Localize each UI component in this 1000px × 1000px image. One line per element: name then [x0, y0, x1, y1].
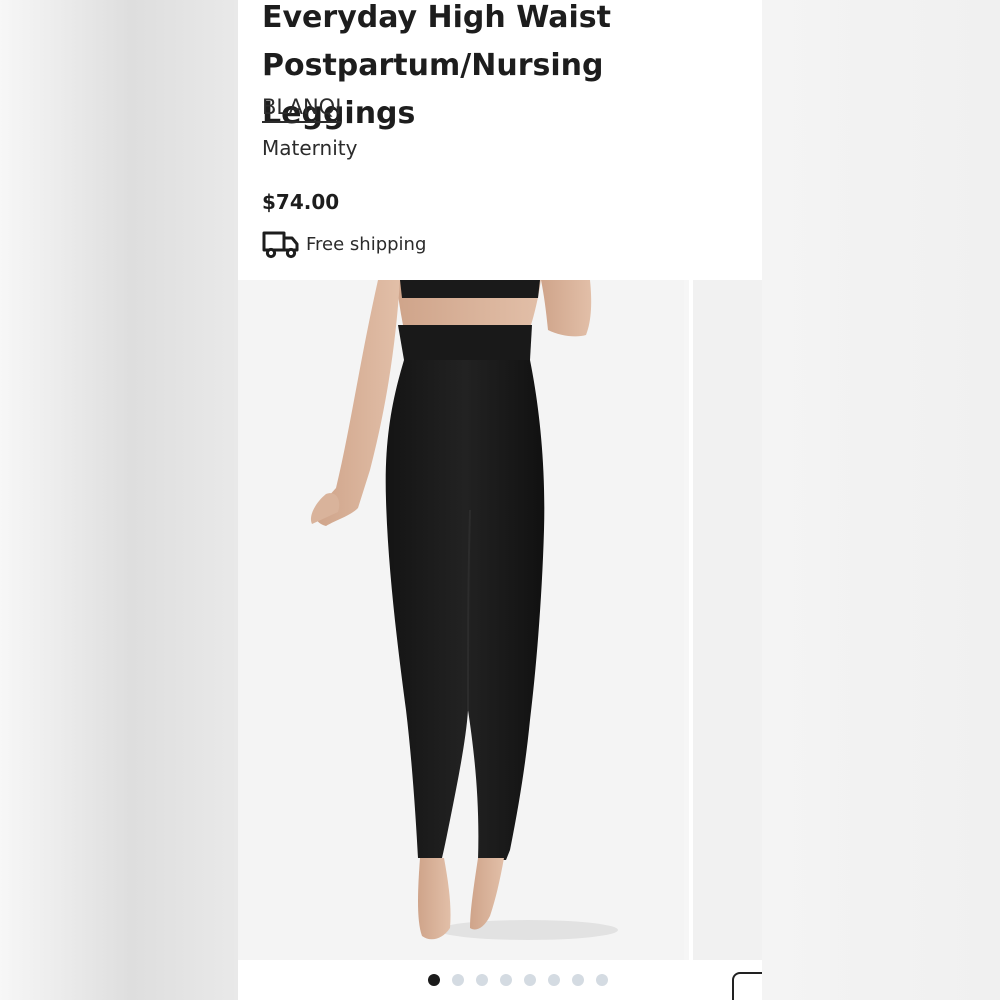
carousel-dot-1[interactable] — [428, 974, 440, 986]
carousel-dot-6[interactable] — [548, 974, 560, 986]
corner-action-button[interactable] — [732, 972, 762, 1000]
background-right — [762, 0, 1000, 1000]
carousel-dot-2[interactable] — [452, 974, 464, 986]
product-photo[interactable] — [238, 280, 684, 960]
product-category: Maternity — [262, 136, 358, 160]
brand-link[interactable]: BLANQI — [262, 95, 342, 123]
shipping-label: Free shipping — [306, 233, 427, 255]
carousel-dot-7[interactable] — [572, 974, 584, 986]
truck-icon — [262, 231, 299, 259]
next-product-photo[interactable] — [689, 280, 762, 960]
carousel-dot-5[interactable] — [524, 974, 536, 986]
product-price: $74.00 — [262, 190, 340, 214]
shipping-info: Free shipping — [262, 228, 426, 260]
image-carousel[interactable] — [238, 280, 762, 960]
carousel-dot-8[interactable] — [596, 974, 608, 986]
model-leggings-illustration — [310, 280, 618, 940]
carousel-pagination — [238, 960, 762, 1000]
carousel-dot-3[interactable] — [476, 974, 488, 986]
carousel-dot-4[interactable] — [500, 974, 512, 986]
background-left — [0, 0, 238, 1000]
product-screen: Everyday High Waist Postpartum/Nursing L… — [238, 0, 762, 1000]
